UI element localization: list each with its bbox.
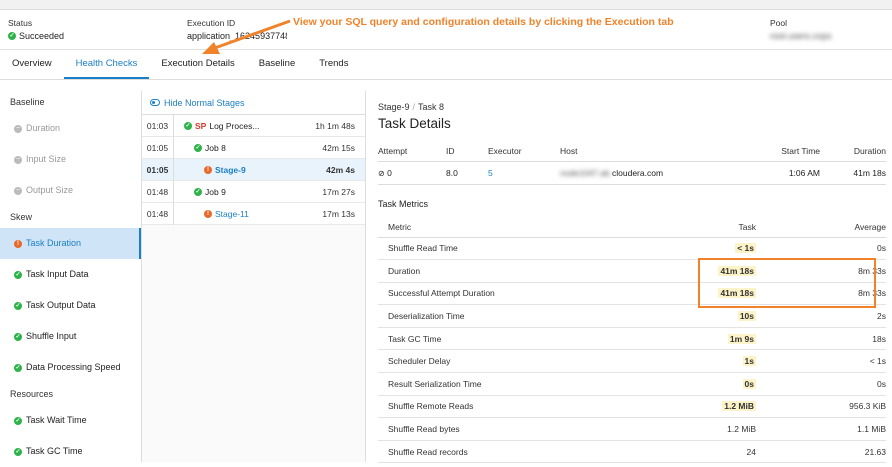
sidebar-item-task-gc-time[interactable]: ✓ Task GC Time (0, 436, 141, 467)
attempt-table: Attempt ID Executor Host Start Time Dura… (378, 141, 886, 185)
status-block: Status ✓ Succeeded (8, 18, 64, 41)
sidebar-item-output-size[interactable]: − Output Size (0, 175, 141, 206)
sidebar-item-task-duration[interactable]: ! Task Duration (0, 228, 141, 259)
check-icon: ✓ (8, 32, 16, 40)
sidebar-item-task-wait-time[interactable]: ✓ Task Wait Time (0, 405, 141, 436)
sidebar-section-skew: Skew (10, 212, 33, 222)
host-hidden: node1047.ab. (560, 167, 612, 178)
table-row: Deserialization Time 10s 2s (378, 304, 886, 328)
check-icon: ✓ (14, 416, 22, 425)
highlight-box (698, 258, 876, 308)
tab-baseline[interactable]: Baseline (247, 50, 307, 79)
table-row: Shuffle Remote Reads 1.2 MiB 956.3 KiB (378, 395, 886, 419)
hide-normal-stages-toggle[interactable]: Hide Normal Stages (142, 91, 365, 115)
pool-block: Pool root.users.cops (770, 18, 832, 41)
page-title: Task Details (378, 116, 451, 131)
breadcrumb: Stage-9/Task 8 (378, 102, 445, 112)
tab-trends[interactable]: Trends (307, 50, 360, 79)
sidebar-item-task-input-data[interactable]: ✓ Task Input Data (0, 259, 141, 290)
tab-execution-details[interactable]: Execution Details (149, 50, 246, 79)
sidebar-section-baseline: Baseline (10, 97, 45, 107)
pool-label: Pool (770, 18, 788, 28)
check-icon: ✓ (14, 363, 22, 372)
pool-value: root.users.cops (770, 31, 832, 41)
stages-panel: Hide Normal Stages 01:03 ✓ SP Log Proces..… (142, 91, 366, 462)
table-row: Task GC Time 1m 9s 18s (378, 327, 886, 351)
disabled-icon: − (14, 124, 22, 133)
stage-row[interactable]: 01:48 ✓ Job 9 17m 27s (142, 180, 365, 203)
health-checks-sidebar: Baseline − Duration − Input Size − Output S… (0, 91, 142, 462)
stage-row[interactable]: 01:48 ! Stage-11 17m 13s (142, 202, 365, 225)
check-icon: ✓ (14, 447, 22, 456)
warning-icon: ! (14, 239, 22, 248)
attempt-status-icon: ⊘ (378, 168, 385, 178)
sidebar-item-duration[interactable]: − Duration (0, 113, 141, 144)
check-icon: ✓ (14, 301, 22, 310)
check-icon: ✓ (14, 270, 22, 279)
check-icon: ✓ (14, 332, 22, 341)
warning-icon: ! (204, 165, 212, 174)
check-icon: ✓ (194, 143, 202, 152)
task-metrics-table: Metric Task Average Shuffle Read Time < 1… (378, 217, 886, 464)
status-label: Status (8, 18, 33, 28)
tab-overview[interactable]: Overview (0, 50, 64, 79)
host-domain: cloudera.com (612, 167, 664, 178)
sidebar-item-shuffle-input[interactable]: ✓ Shuffle Input (0, 321, 141, 352)
sidebar-section-resources: Resources (10, 389, 54, 399)
table-row: Scheduler Delay 1s < 1s (378, 349, 886, 374)
sidebar-item-task-output-data[interactable]: ✓ Task Output Data (0, 290, 141, 321)
check-icon: ✓ (184, 121, 192, 130)
check-icon: ✓ (194, 187, 202, 196)
breadcrumb-task: Task 8 (418, 102, 445, 112)
stage-row-selected[interactable]: 01:05 ! Stage-9 42m 4s (142, 158, 365, 181)
sidebar-item-input-size[interactable]: − Input Size (0, 144, 141, 175)
disabled-icon: − (14, 155, 22, 164)
annotation-callout: View your SQL query and configuration de… (293, 16, 674, 28)
toggle-icon (150, 99, 160, 106)
breadcrumb-stage[interactable]: Stage-9 (378, 102, 410, 112)
top-bar (0, 0, 892, 10)
stage-row[interactable]: 01:03 ✓ SP Log Proces... 1h 1m 48s (142, 114, 365, 137)
status-value: Succeeded (19, 31, 65, 41)
table-row: ⊘ 0 8.0 5 node1047.ab.cloudera.com 1:06 … (378, 161, 886, 185)
warning-icon: ! (204, 209, 212, 218)
table-row: Shuffle Read Time < 1s 0s (378, 237, 886, 261)
stage-row[interactable]: 01:05 ✓ Job 8 42m 15s (142, 136, 365, 159)
tab-bar: Overview Health Checks Execution Details… (0, 50, 892, 80)
table-row: Shuffle Read records 24 21.63 (378, 440, 886, 464)
executor-link[interactable]: 5 (488, 168, 493, 178)
sidebar-item-data-processing-speed[interactable]: ✓ Data Processing Speed (0, 352, 141, 383)
table-row: Result Serialization Time 0s 0s (378, 372, 886, 396)
table-row: Shuffle Read bytes 1.2 MiB 1.1 MiB (378, 417, 886, 441)
disabled-icon: − (14, 186, 22, 195)
tab-health-checks[interactable]: Health Checks (63, 50, 150, 79)
task-metrics-title: Task Metrics (378, 199, 429, 209)
